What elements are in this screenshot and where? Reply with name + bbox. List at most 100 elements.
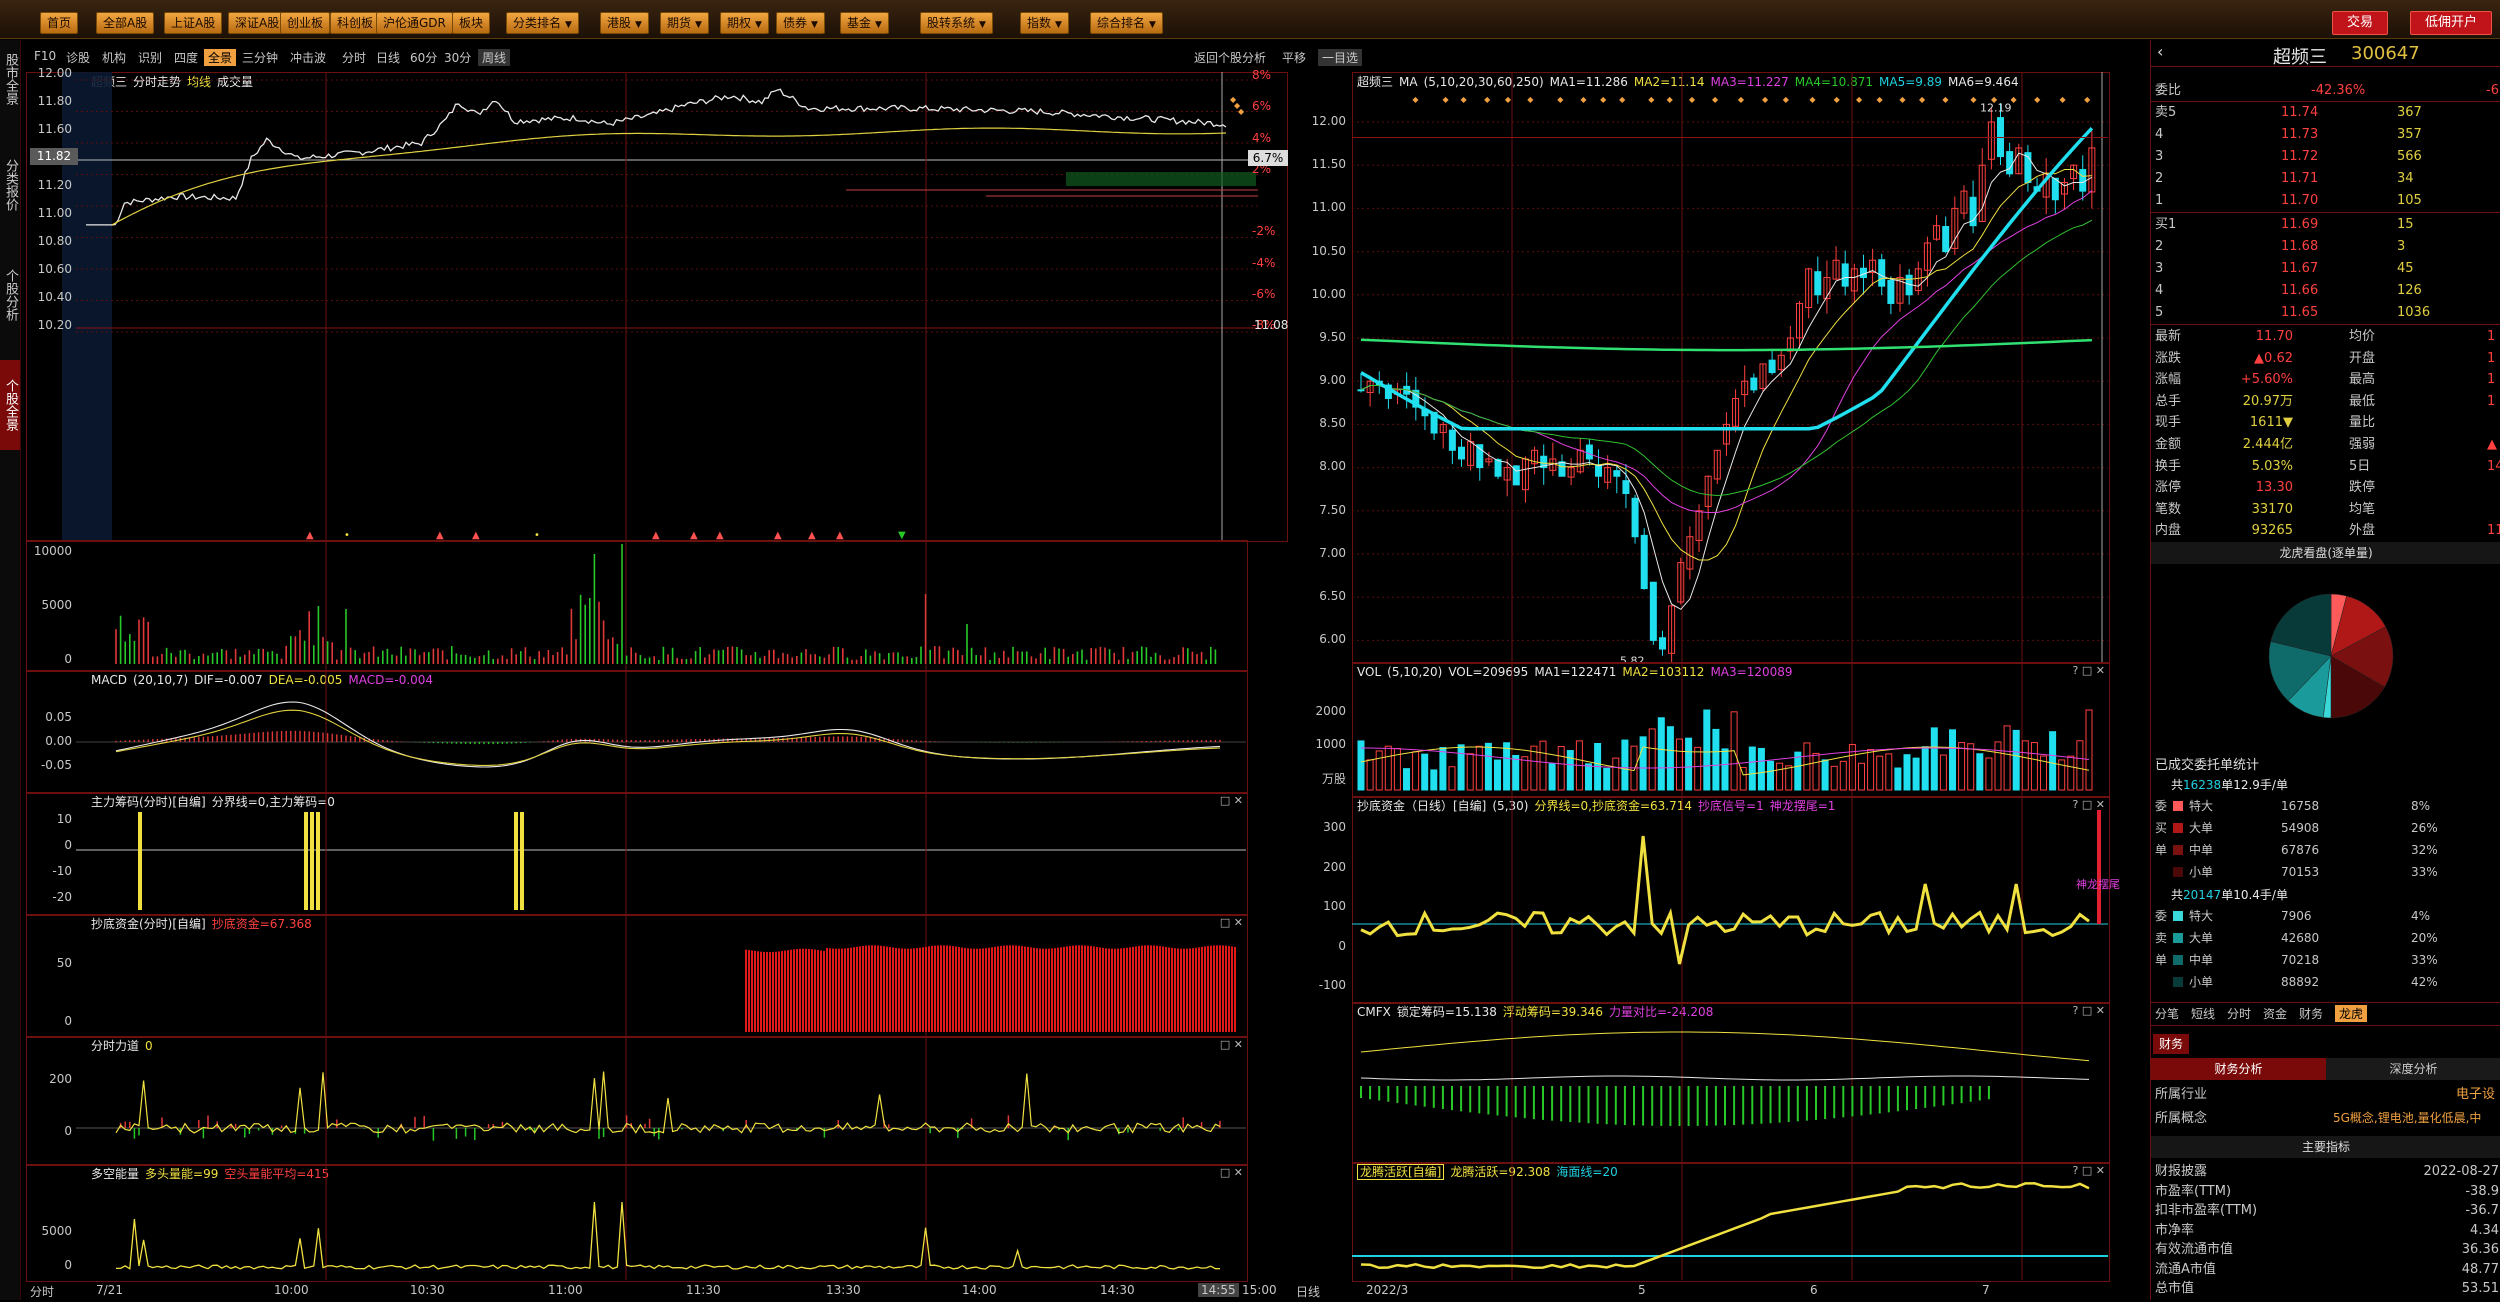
bottom-fund-intraday-axis: 50 0 [26, 914, 86, 1036]
candle-body [1750, 377, 1758, 391]
date-tick[interactable]: 日线 [1296, 1283, 1320, 1300]
time-tick: 10:30 [410, 1283, 445, 1297]
period-30min[interactable]: 30分 [444, 49, 471, 66]
time-tick: 13:30 [826, 1283, 861, 1297]
toolbar-button-1[interactable]: 全部A股 [96, 12, 155, 34]
cmfx-chart[interactable] [1352, 1002, 2108, 1162]
tab-institution[interactable]: 机构 [102, 49, 126, 66]
toolbar-button-5[interactable]: 科创板 [330, 12, 381, 34]
volume-bar [2021, 740, 2029, 791]
volume-bar [1366, 759, 1374, 791]
tab-shockwave[interactable]: 冲击波 [290, 49, 326, 66]
deep-analysis-subtab[interactable]: 深度分析 [2326, 1058, 2500, 1080]
back-arrow-icon[interactable]: ‹ [2157, 42, 2163, 61]
ichimoku-select[interactable]: 一目选 [1318, 49, 1363, 66]
trade-button[interactable]: 交易 [2332, 11, 2389, 35]
ask-row[interactable]: 3 11.72 566 [2151, 146, 2500, 167]
order-row: 单 中单 67876 32% [2151, 840, 2500, 861]
ask-row[interactable]: 1 11.70 105 [2151, 190, 2500, 211]
quote-tab[interactable]: 龙虎 [2335, 1005, 2368, 1022]
ask-row[interactable]: 卖5 11.74 367 [2151, 102, 2500, 123]
period-60min[interactable]: 60分 [410, 49, 437, 66]
tab-diagnose[interactable]: 诊股 [66, 49, 90, 66]
toolbar-button-14[interactable]: 股转系统 ▼ [920, 12, 993, 34]
finance-row: 扣非市盈率(TTM) -36.7 [2151, 1201, 2500, 1220]
finance-tab[interactable]: 财务 [2153, 1034, 2190, 1054]
back-to-analysis-link[interactable]: 返回个股分析 [1194, 49, 1266, 66]
rail-tab-category-quote[interactable]: 分类报价 [0, 140, 20, 230]
finance-rows: 财报披露 2022-08-27 市盈率(TTM) -38.9 扣非市盈率(TTM) -36… [2151, 1162, 2500, 1302]
toolbar-button-0[interactable]: 首页 [40, 12, 79, 34]
tab-four-degree[interactable]: 四度 [174, 49, 198, 66]
tab-identify[interactable]: 识别 [138, 49, 162, 66]
toolbar-button-7[interactable]: 板块 [452, 12, 491, 34]
finance-label: 财报披露 [2155, 1164, 2208, 1179]
ask-row[interactable]: 2 11.71 34 [2151, 168, 2500, 189]
signal-diamond: ◆ [1899, 95, 1906, 104]
daily-price-tick: 12.00 [1311, 114, 1346, 128]
bid-row[interactable]: 2 11.68 3 [2151, 236, 2500, 257]
main-chips-chart[interactable] [26, 792, 1246, 914]
quote-tab[interactable]: 分时 [2227, 1005, 2251, 1022]
toolbar-button-3[interactable]: 深证A股 [228, 12, 287, 34]
daily-bottom-fund-tick: -100 [1318, 978, 1346, 992]
finance-analysis-subtab[interactable]: 财务分析 [2151, 1058, 2326, 1080]
quote-tab[interactable]: 短线 [2191, 1005, 2215, 1022]
long-short-energy-chart[interactable] [26, 1164, 1246, 1280]
period-intraday[interactable]: 分时 [342, 49, 366, 66]
toolbar-button-8[interactable]: 分类排名 ▼ [506, 12, 579, 34]
quote-tab[interactable]: 财务 [2299, 1005, 2323, 1022]
toolbar-button-4[interactable]: 创业板 [280, 12, 331, 34]
bid-row[interactable]: 4 11.66 126 [2151, 280, 2500, 301]
dragon-active-chart[interactable] [1352, 1162, 2108, 1280]
intraday-price-chart[interactable]: ▲ • ▲ ▲ • ▲ ▲ ▲ ▲ ▲ ▲ ▼◆◆◆ [26, 72, 1286, 540]
period-daily[interactable]: 日线 [376, 49, 400, 66]
daily-volume-chart[interactable] [1352, 662, 2108, 796]
tab-three-minute[interactable]: 三分钟 [242, 49, 278, 66]
toolbar-button-9[interactable]: 港股 ▼ [600, 12, 649, 34]
macd-tick: 0.00 [45, 734, 72, 748]
toolbar-button-13[interactable]: 基金 ▼ [840, 12, 889, 34]
toolbar-button-12[interactable]: 债券 ▼ [776, 12, 825, 34]
rail-tab-stock-panorama[interactable]: 个股全景 [0, 360, 20, 450]
bid-row[interactable]: 买1 11.69 15 [2151, 214, 2500, 235]
toolbar-button-10[interactable]: 期货 ▼ [660, 12, 709, 34]
tab-panorama[interactable]: 全景 [204, 49, 237, 66]
dragon-tiger-title: 龙虎看盘(逐单量) [2151, 542, 2500, 564]
period-weekly[interactable]: 周线 [478, 49, 511, 66]
stat-label: 总手 [2155, 393, 2182, 409]
bottom-fund-intraday-chart[interactable] [26, 914, 1246, 1036]
toolbar-button-16[interactable]: 综合排名 ▼ [1090, 12, 1163, 34]
pan-toggle[interactable]: 平移 [1282, 49, 1306, 66]
signal-diamond: ◆ [1412, 95, 1419, 104]
time-tick[interactable]: 分时 [30, 1283, 54, 1300]
bid-row[interactable]: 5 11.65 1036 [2151, 302, 2500, 323]
toolbar-button-15[interactable]: 指数 ▼ [1020, 12, 1069, 34]
pct-tick: 6% [1252, 99, 1272, 114]
open-account-button[interactable]: 低佣开户 [2410, 11, 2493, 35]
stat-label: 量比 [2349, 415, 2376, 431]
price-tick: 11.80 [37, 94, 72, 108]
rail-tab-stock-analysis[interactable]: 个股分析 [0, 250, 20, 340]
volume-bar [1557, 746, 1565, 791]
toolbar-button-2[interactable]: 上证A股 [164, 12, 223, 34]
volume-bar [1776, 762, 1784, 791]
daily-candlestick-chart[interactable]: B5.8212.19◆◆◆◆◆◆◆◆◆◆◆◆◆◆◆◆◆◆◆◆◆◆◆◆◆◆◆◆◆◆ [1352, 72, 2108, 662]
order-type: 大单 [2189, 931, 2214, 945]
toolbar-button-11[interactable]: 期权 ▼ [720, 12, 769, 34]
candle-body [2006, 151, 2014, 175]
buy-total: 共16238单12.9手/单 [2171, 778, 2288, 792]
toolbar-button-6[interactable]: 沪伦通GDR [376, 12, 453, 34]
bottom-fund-daily-chart[interactable] [1352, 796, 2108, 1002]
volume-bar [1494, 759, 1501, 791]
quote-tab[interactable]: 分笔 [2155, 1005, 2179, 1022]
ask-row[interactable]: 4 11.73 357 [2151, 124, 2500, 145]
quote-tab[interactable]: 资金 [2263, 1005, 2287, 1022]
order-volume: 42680 [2281, 931, 2320, 945]
macd-chart[interactable] [26, 670, 1246, 792]
rail-tab-market-overview[interactable]: 股市全景 [0, 44, 20, 114]
intraday-volume-chart[interactable] [26, 540, 1246, 670]
tab-f10[interactable]: F10 [34, 49, 56, 63]
intraday-force-chart[interactable] [26, 1036, 1246, 1164]
bid-row[interactable]: 3 11.67 45 [2151, 258, 2500, 279]
